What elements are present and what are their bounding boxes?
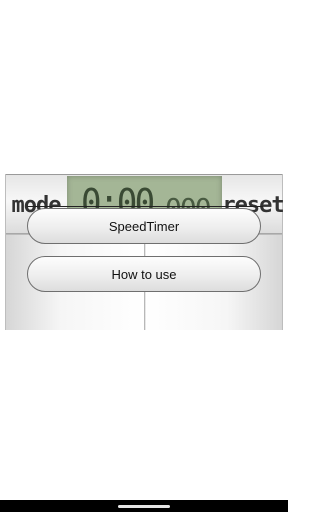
how-to-use-button[interactable]: How to use: [27, 256, 261, 292]
timer-widget: mode 0:00 000 reset: [5, 174, 285, 330]
home-indicator[interactable]: [118, 505, 170, 508]
speedtimer-button[interactable]: SpeedTimer: [27, 208, 261, 244]
dialog-divider-line: [27, 206, 263, 207]
app-screen: mode 0:00 000 reset SpeedTimer How to us…: [0, 0, 288, 512]
